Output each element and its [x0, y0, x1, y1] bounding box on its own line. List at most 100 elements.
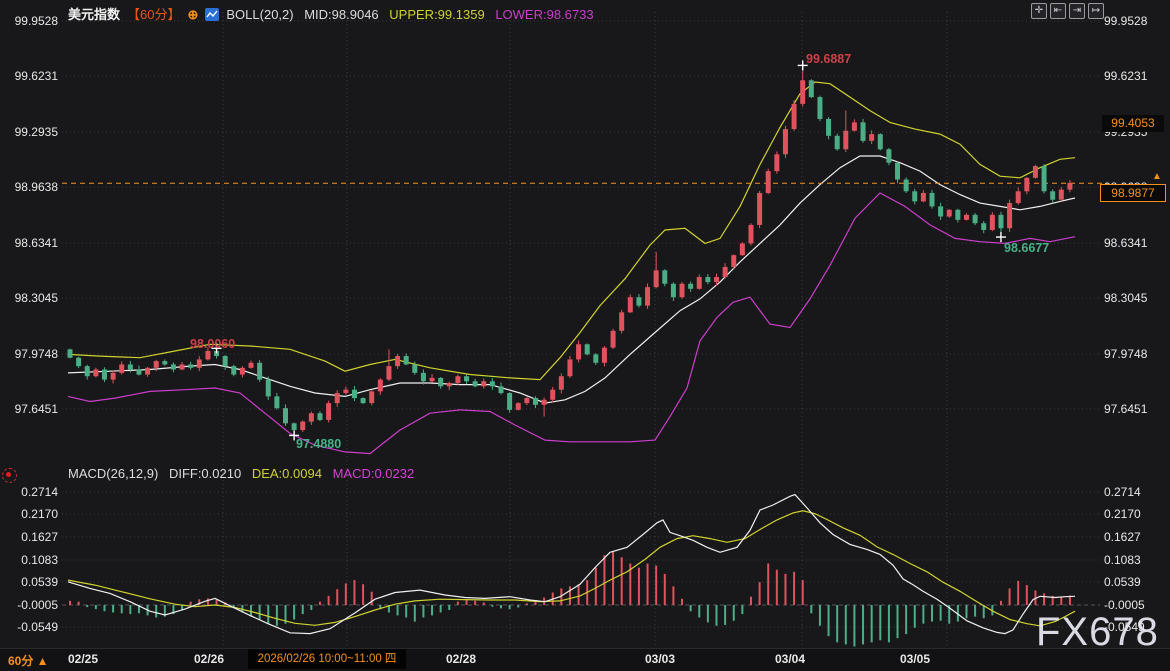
candle[interactable] — [783, 126, 788, 158]
candle[interactable] — [395, 354, 400, 369]
candle[interactable] — [378, 378, 383, 395]
candle[interactable] — [102, 367, 107, 382]
candle[interactable] — [723, 263, 728, 278]
candle[interactable] — [628, 294, 633, 313]
candle[interactable] — [1042, 164, 1047, 193]
candle[interactable] — [68, 349, 73, 359]
candle[interactable] — [662, 269, 667, 286]
candle[interactable] — [680, 282, 685, 299]
candle[interactable] — [369, 390, 374, 405]
candle[interactable] — [1016, 187, 1021, 204]
candle[interactable] — [317, 411, 322, 421]
candle[interactable] — [136, 366, 141, 376]
candle[interactable] — [455, 375, 460, 385]
candle[interactable] — [343, 386, 348, 394]
candle[interactable] — [240, 366, 245, 378]
candle[interactable] — [602, 346, 607, 366]
candle[interactable] — [792, 100, 797, 131]
candle[interactable] — [835, 134, 840, 151]
candle[interactable] — [404, 353, 409, 365]
candle[interactable] — [654, 252, 659, 288]
candle[interactable] — [981, 221, 986, 233]
candle[interactable] — [826, 117, 831, 139]
chart-canvas[interactable] — [0, 0, 1170, 671]
candle[interactable] — [464, 374, 469, 384]
candle[interactable] — [205, 347, 210, 360]
candle[interactable] — [223, 355, 228, 370]
candle[interactable] — [990, 212, 995, 231]
candle[interactable] — [231, 365, 236, 377]
candles-layer[interactable] — [68, 65, 1073, 435]
candle[interactable] — [274, 393, 279, 410]
candle[interactable] — [300, 420, 305, 432]
candle[interactable] — [266, 377, 271, 400]
candle[interactable] — [430, 374, 435, 382]
candle[interactable] — [817, 96, 822, 122]
candle[interactable] — [878, 133, 883, 150]
candle[interactable] — [1067, 180, 1072, 192]
candle[interactable] — [567, 356, 572, 378]
candle[interactable] — [197, 356, 202, 371]
candle[interactable] — [895, 161, 900, 183]
candle[interactable] — [335, 390, 340, 407]
candle[interactable] — [145, 367, 150, 377]
candle[interactable] — [257, 360, 262, 382]
candle[interactable] — [964, 213, 969, 220]
candle[interactable] — [576, 340, 581, 362]
candle[interactable] — [1059, 187, 1064, 201]
candle[interactable] — [593, 353, 598, 365]
candle[interactable] — [188, 362, 193, 370]
candle[interactable] — [119, 361, 124, 374]
candle[interactable] — [473, 379, 478, 387]
candle[interactable] — [688, 282, 693, 292]
candle[interactable] — [1050, 189, 1055, 203]
candle[interactable] — [516, 402, 521, 410]
candle[interactable] — [283, 404, 288, 426]
candle[interactable] — [361, 397, 366, 404]
candle[interactable] — [481, 378, 486, 388]
candle[interactable] — [921, 190, 926, 202]
candle[interactable] — [249, 361, 254, 369]
candle[interactable] — [645, 283, 650, 308]
candle[interactable] — [524, 397, 529, 405]
candle[interactable] — [447, 382, 452, 390]
candle[interactable] — [162, 359, 167, 365]
candle[interactable] — [550, 387, 555, 402]
candle[interactable] — [93, 368, 98, 378]
candle[interactable] — [757, 191, 762, 228]
candle[interactable] — [619, 310, 624, 334]
candle[interactable] — [938, 203, 943, 220]
candle[interactable] — [352, 386, 357, 401]
candle[interactable] — [611, 329, 616, 349]
candle[interactable] — [766, 169, 771, 194]
candle[interactable] — [904, 177, 909, 193]
candle[interactable] — [499, 383, 504, 395]
candle[interactable] — [912, 189, 917, 205]
candle[interactable] — [930, 190, 935, 209]
candle[interactable] — [585, 343, 590, 355]
candle[interactable] — [326, 401, 331, 423]
candle[interactable] — [740, 242, 745, 256]
candle[interactable] — [731, 254, 736, 269]
candle[interactable] — [171, 362, 176, 372]
candle[interactable] — [809, 79, 814, 98]
candle[interactable] — [774, 151, 779, 173]
candle[interactable] — [800, 65, 805, 106]
candle[interactable] — [309, 412, 314, 425]
candle[interactable] — [705, 274, 710, 284]
candle[interactable] — [869, 130, 874, 144]
candle[interactable] — [76, 357, 81, 368]
candle[interactable] — [542, 398, 547, 417]
candle[interactable] — [438, 377, 443, 389]
candle[interactable] — [490, 378, 495, 390]
candle[interactable] — [748, 223, 753, 245]
candle[interactable] — [559, 373, 564, 393]
candle[interactable] — [111, 370, 116, 383]
candle[interactable] — [1033, 165, 1038, 179]
candle[interactable] — [636, 294, 641, 308]
candle[interactable] — [955, 209, 960, 223]
candle[interactable] — [697, 274, 702, 289]
candle[interactable] — [886, 148, 891, 165]
candle[interactable] — [852, 119, 857, 131]
candle[interactable] — [843, 111, 848, 152]
